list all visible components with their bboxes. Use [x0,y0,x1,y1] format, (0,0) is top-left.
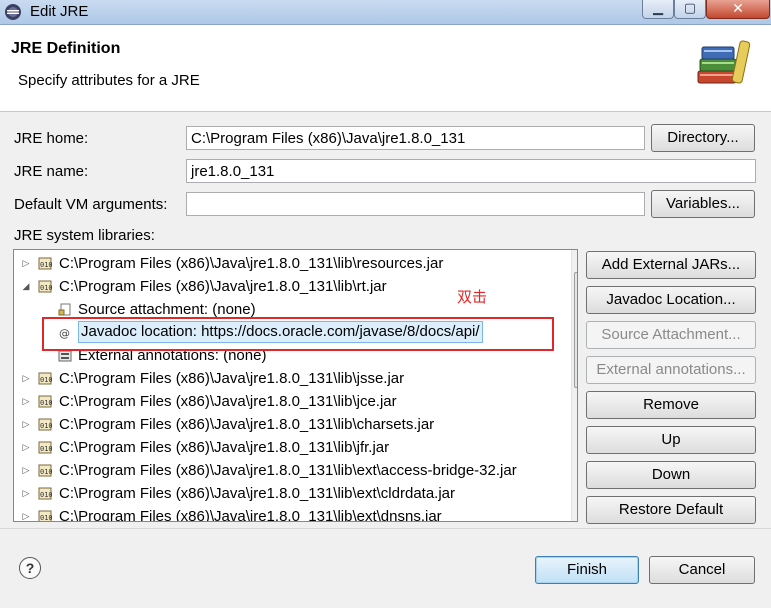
library-books-icon [697,40,751,84]
jar-file-icon: 010 [38,487,52,500]
remove-button[interactable]: Remove [586,391,756,419]
jre-name-input[interactable]: jre1.8.0_131 [186,159,756,183]
scroll-thumb[interactable] [574,272,577,388]
close-icon: ✕ [732,0,744,16]
maximize-button[interactable]: ▢ [674,0,706,19]
jar-file-icon: 010 [38,441,52,454]
tree-row-label: C:\Program Files (x86)\Java\jre1.8.0_131… [59,416,435,433]
double-click-annotation: 双击 [457,289,488,306]
jar-file-icon: 010 [38,372,52,385]
down-button[interactable]: Down [586,461,756,489]
svg-text:010: 010 [40,284,52,292]
up-button[interactable]: Up [586,426,756,454]
source-attachment-icon [58,303,71,316]
tree-row[interactable]: ▷ 010 C:\Program Files (x86)\Java\jre1.8.0… [14,505,570,522]
page-title: JRE Definition [11,40,121,57]
jar-file-icon: 010 [38,395,52,408]
expand-arrow-icon[interactable]: ▷ [21,436,31,459]
jar-file-icon: 010 [38,418,52,431]
expand-arrow-icon[interactable]: ▷ [21,459,31,482]
directory-button[interactable]: Directory... [651,124,755,152]
expand-arrow-icon[interactable]: ▷ [21,413,31,436]
svg-text:010: 010 [40,376,52,384]
javadoc-location-button[interactable]: Javadoc Location... [586,286,756,314]
vm-arguments-input[interactable] [186,192,645,216]
tree-row-label: C:\Program Files (x86)\Java\jre1.8.0_131… [59,255,444,272]
jar-file-icon: 010 [38,464,52,477]
jre-name-label: JRE name: [14,163,89,180]
expand-arrow-icon[interactable]: ▷ [21,252,31,275]
tree-row-label: C:\Program Files (x86)\Java\jre1.8.0_131… [59,485,456,502]
tree-row[interactable]: ▷ 010 C:\Program Files (x86)\Java\jre1.8.0… [14,436,570,459]
finish-button[interactable]: Finish [535,556,639,584]
svg-text:010: 010 [40,422,52,430]
tree-row[interactable]: ▷ 010 C:\Program Files (x86)\Java\jre1.8.0… [14,482,570,505]
page-subtitle: Specify attributes for a JRE [18,72,200,89]
expand-arrow-icon[interactable]: ▷ [21,505,31,521]
tree-row-label: C:\Program Files (x86)\Java\jre1.8.0_131… [59,439,390,456]
jar-file-icon: 010 [38,510,52,522]
svg-text:010: 010 [40,445,52,453]
external-annotations-button[interactable]: External annotations... [586,356,756,384]
minimize-button[interactable]: ▁ [642,0,674,19]
restore-default-button[interactable]: Restore Default [586,496,756,524]
dialog-header: JRE Definition Specify attributes for a … [0,25,771,112]
minimize-icon: ▁ [653,0,663,15]
expand-arrow-icon[interactable]: ▷ [21,367,31,390]
tree-row[interactable]: ▷ 010 C:\Program Files (x86)\Java\jre1.8.0… [14,252,570,275]
help-icon[interactable]: ? [19,557,41,579]
tree-row[interactable]: ▷ 010 C:\Program Files (x86)\Java\jre1.8.0… [14,459,570,482]
window-title: Edit JRE [30,3,89,20]
tree-row[interactable]: ▷ 010 C:\Program Files (x86)\Java\jre1.8.0… [14,390,570,413]
collapse-arrow-icon[interactable]: ◢ [21,275,31,298]
svg-text:010: 010 [40,514,52,522]
jre-home-label: JRE home: [14,130,89,147]
cancel-button[interactable]: Cancel [649,556,755,584]
source-attachment-button[interactable]: Source Attachment... [586,321,756,349]
eclipse-app-icon [5,4,21,20]
svg-text:010: 010 [40,261,52,269]
title-bar: Edit JRE ▁ ▢ ✕ [0,0,771,25]
libraries-label: JRE system libraries: [14,227,155,244]
scroll-up-icon[interactable]: ▲ [572,250,578,267]
tree-row-label: C:\Program Files (x86)\Java\jre1.8.0_131… [59,508,442,522]
svg-text:010: 010 [40,468,52,476]
close-button[interactable]: ✕ [706,0,770,19]
expand-arrow-icon[interactable]: ▷ [21,390,31,413]
maximize-icon: ▢ [683,0,697,15]
expand-arrow-icon[interactable]: ▷ [21,482,31,505]
jre-libraries-tree[interactable]: ▷ 010 C:\Program Files (x86)\Java\jre1.8.0… [13,249,578,522]
tree-row-label: C:\Program Files (x86)\Java\jre1.8.0_131… [59,370,405,387]
jar-file-icon: 010 [38,257,52,270]
vm-arguments-label: Default VM arguments: [14,196,168,213]
add-external-jars-button[interactable]: Add External JARs... [586,251,756,279]
variables-button[interactable]: Variables... [651,190,755,218]
highlight-annotation-box [42,317,554,351]
tree-row-label: C:\Program Files (x86)\Java\jre1.8.0_131… [59,278,387,295]
svg-text:010: 010 [40,491,52,499]
tree-row-label: C:\Program Files (x86)\Java\jre1.8.0_131… [59,462,517,479]
tree-row[interactable]: ▷ 010 C:\Program Files (x86)\Java\jre1.8.0… [14,413,570,436]
tree-row[interactable]: ▷ 010 C:\Program Files (x86)\Java\jre1.8.0… [14,367,570,390]
scroll-down-icon[interactable]: ▼ [572,504,578,521]
jre-home-input[interactable]: C:\Program Files (x86)\Java\jre1.8.0_131 [186,126,645,150]
tree-row-label: C:\Program Files (x86)\Java\jre1.8.0_131… [59,393,397,410]
footer-divider [0,528,771,529]
svg-text:010: 010 [40,399,52,407]
tree-vertical-scrollbar[interactable]: ▲ ▼ [571,250,578,521]
jar-file-icon: 010 [38,280,52,293]
